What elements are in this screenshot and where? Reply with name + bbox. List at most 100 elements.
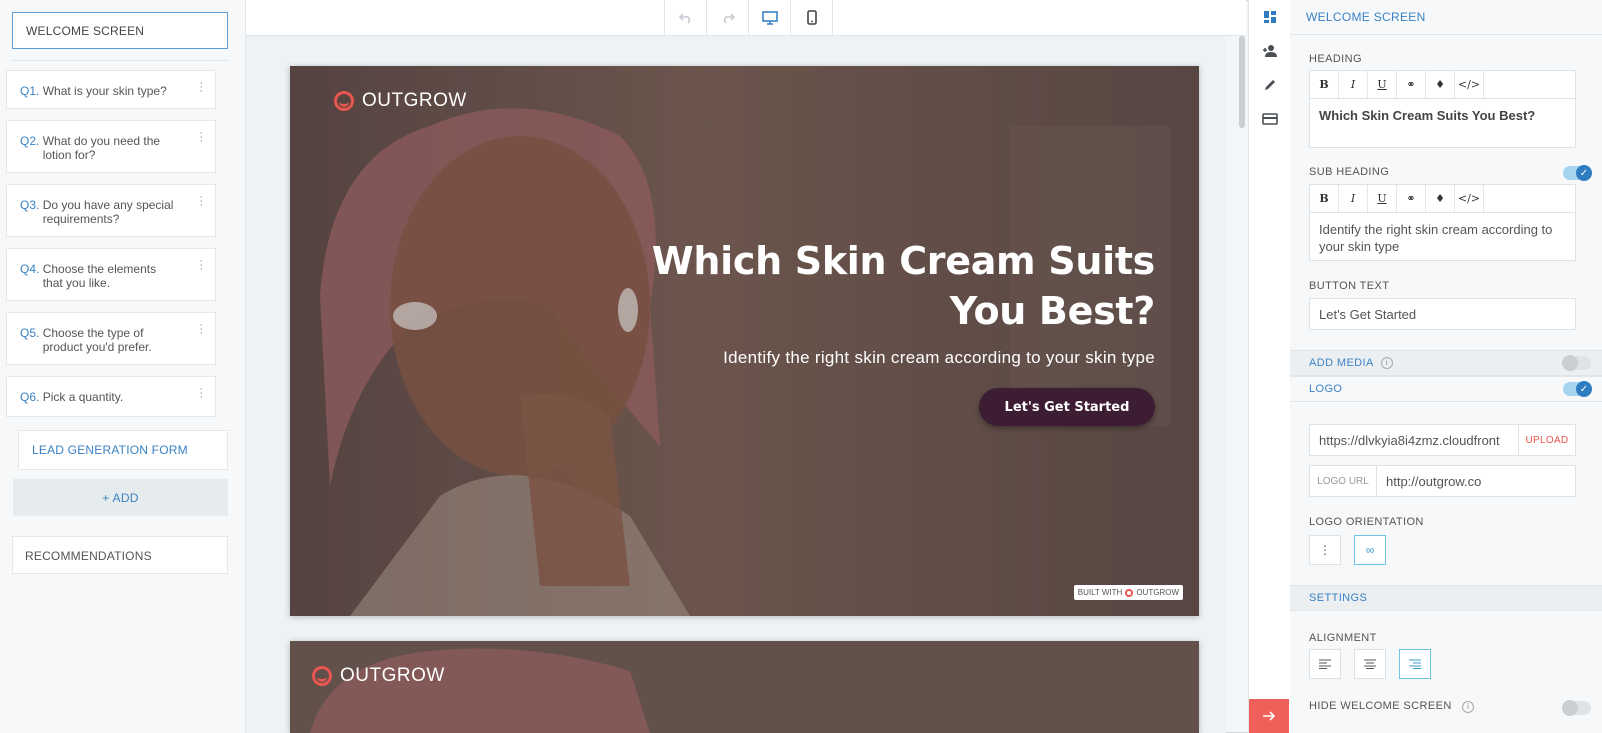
- check-icon: ✓: [1576, 381, 1592, 397]
- question-item-q4[interactable]: Q4. Choose the elements that you like. ·…: [6, 248, 216, 301]
- more-icon[interactable]: · · ·: [199, 192, 203, 211]
- question-number: Q6.: [20, 390, 40, 404]
- welcome-preview-card: OUTGROW Which Skin Cream Suits You Best?…: [290, 66, 1199, 616]
- welcome-screen-item[interactable]: WELCOME SCREEN: [12, 12, 228, 49]
- button-text-label: BUTTON TEXT: [1309, 280, 1390, 292]
- color-icon[interactable]: ♦: [1426, 185, 1455, 212]
- question-item-q3[interactable]: Q3. Do you have any special requirements…: [6, 184, 216, 237]
- underline-icon[interactable]: U: [1368, 71, 1397, 98]
- welcome-heading: Which Skin Cream Suits You Best?: [651, 239, 1156, 333]
- built-with-brand: OUTGROW: [1136, 588, 1179, 597]
- check-icon: ✓: [1576, 165, 1592, 181]
- add-media-label: ADD MEDIA: [1309, 357, 1374, 369]
- question-number: Q5.: [20, 326, 40, 340]
- question-number: Q4.: [20, 262, 40, 276]
- color-icon[interactable]: ♦: [1426, 71, 1455, 98]
- add-media-row[interactable]: ADD MEDIA i: [1290, 350, 1602, 376]
- get-started-button[interactable]: Let's Get Started: [979, 388, 1155, 426]
- question-text: Choose the elements that you like.: [42, 262, 157, 290]
- undo-icon[interactable]: [664, 0, 706, 35]
- add-media-toggle[interactable]: [1562, 355, 1591, 371]
- upload-button[interactable]: UPLOAD: [1518, 425, 1575, 455]
- align-center-button[interactable]: [1354, 649, 1386, 679]
- sub-heading-label: SUB HEADING: [1309, 166, 1390, 178]
- question-list: [12, 60, 228, 61]
- logo-toggle[interactable]: ✓: [1563, 381, 1592, 397]
- more-icon[interactable]: · · ·: [199, 384, 203, 403]
- align-right-icon: [1409, 659, 1421, 669]
- desktop-icon[interactable]: [748, 0, 790, 35]
- toolbar-group: [664, 0, 833, 35]
- bold-icon[interactable]: B: [1310, 71, 1339, 98]
- dashboard-icon[interactable]: [1249, 0, 1290, 34]
- logo-text: OUTGROW: [362, 90, 467, 111]
- logo-source-value: https://dlvkyia8i4zmz.cloudfront: [1319, 432, 1500, 448]
- mobile-preview-card: OUTGROW: [290, 641, 1199, 733]
- vertical-orientation-button[interactable]: ⋮: [1309, 535, 1341, 565]
- sub-heading-editor[interactable]: B I U ⚭ ♦ </> Identify the right skin cr…: [1309, 184, 1576, 261]
- add-question-button[interactable]: + ADD: [13, 479, 228, 516]
- built-with-text: BUILT WITH: [1077, 588, 1123, 597]
- link-icon[interactable]: ⚭: [1397, 185, 1426, 212]
- pencil-icon[interactable]: [1249, 68, 1290, 102]
- card-icon[interactable]: [1249, 102, 1290, 136]
- horizontal-orientation-button[interactable]: ∞: [1354, 535, 1386, 565]
- logo-text: OUTGROW: [340, 665, 445, 686]
- italic-icon[interactable]: I: [1339, 185, 1368, 212]
- question-number: Q1.: [20, 84, 40, 98]
- code-icon[interactable]: </>: [1455, 185, 1484, 212]
- canvas-scrollbar[interactable]: [1239, 36, 1245, 128]
- add-user-icon[interactable]: [1249, 34, 1290, 68]
- toggle-knob: [1562, 700, 1578, 716]
- hero-background-image: [290, 66, 1199, 616]
- underline-icon[interactable]: U: [1368, 185, 1397, 212]
- info-icon[interactable]: i: [1462, 701, 1475, 713]
- logo-url-field[interactable]: LOGO URL http://outgrow.co: [1309, 465, 1576, 497]
- sub-heading-text[interactable]: Identify the right skin cream according …: [1310, 213, 1575, 263]
- logo-url-value: http://outgrow.co: [1386, 473, 1482, 489]
- sub-heading-toggle[interactable]: ✓: [1563, 165, 1592, 181]
- redo-icon[interactable]: [706, 0, 748, 35]
- hide-welcome-toggle[interactable]: [1562, 700, 1591, 716]
- more-icon[interactable]: · · ·: [199, 320, 203, 339]
- settings-panel: WELCOME SCREEN HEADING B I U ⚭ ♦ </> Whi…: [1290, 0, 1602, 733]
- mobile-icon[interactable]: [790, 0, 833, 35]
- question-item-q2[interactable]: Q2. What do you need the lotion for? · · ·: [6, 120, 216, 173]
- button-text-input[interactable]: Let's Get Started: [1309, 298, 1576, 330]
- question-text: Do you have any special requirements?: [42, 198, 174, 226]
- toggle-knob: [1562, 355, 1578, 371]
- italic-icon[interactable]: I: [1339, 71, 1368, 98]
- more-icon[interactable]: · · ·: [199, 78, 203, 97]
- align-right-button[interactable]: [1399, 649, 1431, 679]
- alignment-label: ALIGNMENT: [1309, 632, 1377, 644]
- logo-source-field[interactable]: https://dlvkyia8i4zmz.cloudfront UPLOAD: [1309, 424, 1576, 456]
- heading-text[interactable]: Which Skin Cream Suits You Best?: [1310, 99, 1575, 132]
- outgrow-logo[interactable]: OUTGROW: [312, 665, 445, 687]
- arrow-right-icon[interactable]: [1249, 699, 1289, 733]
- outgrow-logo[interactable]: OUTGROW: [334, 90, 467, 112]
- align-left-button[interactable]: [1309, 649, 1341, 679]
- code-icon[interactable]: </>: [1455, 71, 1484, 98]
- question-item-q6[interactable]: Q6. Pick a quantity. · · ·: [6, 376, 216, 417]
- welcome-subheading: Identify the right skin cream according …: [723, 348, 1155, 367]
- outgrow-logo-icon: [312, 666, 332, 686]
- question-number: Q3.: [20, 198, 40, 212]
- built-with-badge[interactable]: BUILT WITH OUTGROW: [1073, 585, 1183, 600]
- heading-editor[interactable]: B I U ⚭ ♦ </> Which Skin Cream Suits You…: [1309, 70, 1576, 148]
- settings-section[interactable]: SETTINGS: [1290, 585, 1602, 611]
- info-icon[interactable]: i: [1380, 357, 1393, 369]
- heading-label: HEADING: [1309, 53, 1362, 65]
- link-icon[interactable]: ⚭: [1397, 71, 1426, 98]
- lead-generation-form-item[interactable]: LEAD GENERATION FORM: [18, 430, 228, 470]
- logo-row[interactable]: LOGO: [1290, 376, 1602, 402]
- more-icon[interactable]: · · ·: [199, 128, 203, 147]
- more-icon[interactable]: · · ·: [199, 256, 203, 275]
- question-item-q1[interactable]: Q1. What is your skin type? · · ·: [6, 70, 216, 109]
- hide-welcome-text: HIDE WELCOME SCREEN: [1309, 700, 1452, 712]
- question-item-q5[interactable]: Q5. Choose the type of product you'd pre…: [6, 312, 216, 365]
- recommendations-item[interactable]: RECOMMENDATIONS: [12, 536, 228, 574]
- bold-icon[interactable]: B: [1310, 185, 1339, 212]
- sub-heading-toolbar: B I U ⚭ ♦ </>: [1310, 185, 1575, 213]
- question-number: Q2.: [20, 134, 40, 148]
- panel-title: WELCOME SCREEN: [1290, 0, 1602, 35]
